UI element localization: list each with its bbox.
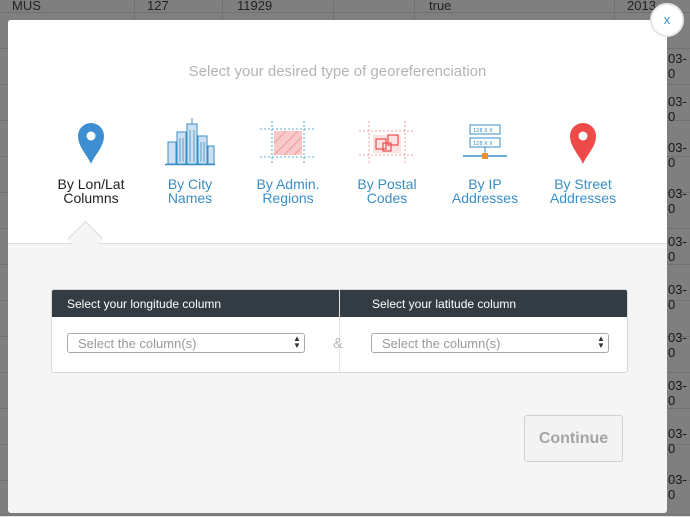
option-label: By Admin. [256, 176, 320, 192]
postal-codes-icon [359, 121, 415, 165]
continue-button[interactable]: Continue [524, 415, 623, 462]
map-pin-icon [78, 123, 104, 164]
option-label: By Street [554, 176, 612, 192]
admin-region-icon [260, 121, 316, 165]
option-postal-codes[interactable]: By Postal Codes [337, 116, 437, 205]
latitude-select[interactable]: Select the column(s) ▲ ▼ [371, 333, 609, 353]
option-admin-regions[interactable]: By Admin. Regions [238, 116, 338, 205]
option-lon-lat[interactable]: By Lon/Lat Columns [41, 116, 141, 205]
option-label: By Postal [357, 176, 417, 192]
svg-text:128 X X: 128 X X [473, 128, 493, 134]
longitude-select-placeholder: Select the column(s) [78, 336, 197, 351]
latitude-header: Select your latitude column [372, 297, 517, 311]
city-buildings-icon [165, 118, 215, 166]
panel-divider [339, 290, 340, 372]
option-label: Addresses [451, 190, 519, 206]
longitude-select[interactable]: Select the column(s) ▲ ▼ [67, 333, 305, 353]
ip-address-icon: 128 X X 128 X X [463, 124, 507, 159]
option-label: Regions [262, 190, 314, 206]
close-button[interactable]: x [650, 3, 684, 37]
close-icon: x [663, 12, 671, 27]
latitude-select-placeholder: Select the column(s) [382, 336, 501, 351]
svg-text:128 X X: 128 X X [473, 141, 493, 147]
longitude-header: Select your longitude column [67, 297, 222, 311]
option-label: Columns [63, 190, 119, 206]
option-label: Codes [366, 190, 408, 206]
options-section: Select your desired type of georeferenci… [8, 20, 667, 244]
option-label: By City [167, 176, 213, 192]
street-pin-icon [570, 123, 596, 164]
georeference-modal: Select your desired type of georeferenci… [8, 20, 667, 513]
modal-title: Select your desired type of georeferenci… [188, 63, 487, 80]
option-city-names[interactable]: By City Names [140, 116, 240, 205]
option-label: By Lon/Lat [57, 176, 125, 192]
option-street-addresses[interactable]: By Street Addresses [533, 116, 633, 205]
option-ip-addresses[interactable]: 128 X X 128 X X By IP Addresses [435, 116, 535, 205]
separator: & [333, 335, 344, 352]
option-label: By IP [468, 176, 502, 192]
option-label: Names [167, 190, 213, 206]
option-label: Addresses [549, 190, 617, 206]
select-arrows-icon: ▲ ▼ [293, 334, 301, 350]
select-arrows-icon: ▲ ▼ [597, 334, 605, 350]
column-selection-panel: Select your longitude column Select your… [51, 289, 628, 373]
